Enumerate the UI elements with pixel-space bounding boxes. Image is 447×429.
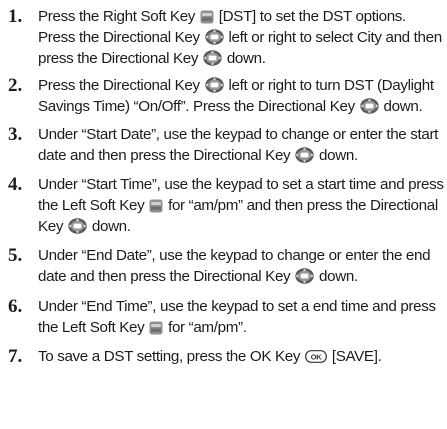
soft-key-icon bbox=[149, 320, 163, 335]
directional-key-icon bbox=[295, 147, 314, 163]
step-text: Press the Directional Key left or right … bbox=[38, 75, 446, 117]
step-number: 5. bbox=[8, 245, 23, 266]
directional-key-icon bbox=[295, 268, 314, 284]
soft-key-icon bbox=[200, 9, 214, 24]
step-text-run: down. bbox=[315, 268, 358, 285]
step-text-run: for “am/pm”. bbox=[164, 319, 247, 336]
step-number: 4. bbox=[8, 174, 23, 195]
directional-key-icon bbox=[68, 218, 87, 234]
step-text-run: To save a DST setting, press the OK Key bbox=[38, 348, 304, 365]
step-text-run: down. bbox=[315, 147, 358, 164]
directional-key-icon bbox=[203, 50, 222, 66]
step-number: 2. bbox=[8, 75, 23, 96]
step-text: Under “End Time”, use the keypad to set … bbox=[38, 296, 446, 338]
step-text: Under “End Date”, use the keypad to chan… bbox=[38, 245, 446, 287]
step-text-run: Under “End Date”, use the keypad to chan… bbox=[38, 247, 431, 285]
step-text-run: Press the Directional Key bbox=[38, 77, 204, 94]
step-number: 3. bbox=[8, 124, 23, 145]
step-text: Press the Right Soft Key [DST] to set th… bbox=[38, 6, 446, 69]
step-text-run: down. bbox=[379, 98, 423, 115]
directional-key-icon bbox=[359, 98, 379, 114]
ok-key-icon: OK bbox=[305, 348, 327, 363]
directional-key-icon bbox=[204, 77, 224, 93]
step-number: 7. bbox=[8, 346, 23, 367]
soft-key-icon bbox=[149, 198, 163, 213]
ok-key-label: OK bbox=[311, 352, 322, 361]
step-text-run: [SAVE]. bbox=[327, 348, 382, 365]
step-text: To save a DST setting, press the OK Key … bbox=[38, 346, 446, 367]
step-number: 1. bbox=[8, 6, 23, 27]
directional-key-icon bbox=[204, 29, 224, 45]
step-text-run: Press the Right Soft Key bbox=[38, 8, 199, 25]
step-number: 6. bbox=[8, 296, 23, 317]
step-text: Under “Start Time”, use the keypad to se… bbox=[38, 174, 446, 237]
step-text: Under “Start Date”, use the keypad to ch… bbox=[38, 124, 446, 166]
step-text-run: Under “Start Date”, use the keypad to ch… bbox=[38, 126, 439, 164]
step-text-run: down. bbox=[222, 50, 266, 67]
step-text-run: down. bbox=[88, 218, 131, 235]
